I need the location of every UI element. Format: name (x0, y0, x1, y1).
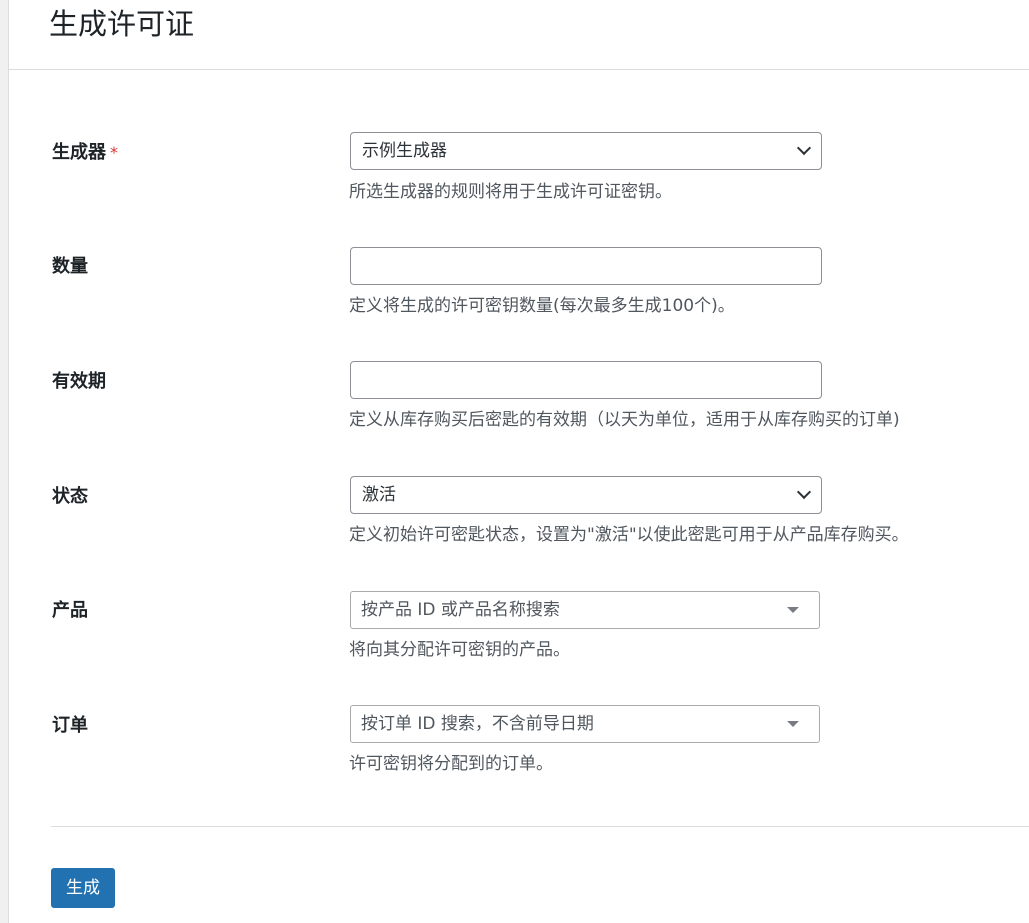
required-indicator: * (110, 143, 118, 162)
generate-button[interactable]: 生成 (51, 868, 115, 908)
order-label: 订单 (52, 715, 88, 736)
status-select[interactable]: 激活 (350, 476, 822, 514)
product-label: 产品 (52, 600, 88, 621)
quantity-label: 数量 (52, 256, 88, 277)
chevron-down-icon (796, 484, 812, 500)
main-panel: 生成许可证 生成器 * 示例生成器 所选生成器的规则将用于生成许可证密钥。 数量 … (8, 0, 1029, 923)
order-search-placeholder: 按订单 ID 搜索，不含前导日期 (361, 714, 594, 734)
status-select-value: 激活 (362, 485, 396, 505)
quantity-description: 定义将生成的许可密钥数量(每次最多生成100个)。 (349, 296, 735, 316)
validity-description: 定义从库存购买后密匙的有效期（以天为单位，适用于从库存购买的订单) (349, 410, 900, 430)
validity-input[interactable] (350, 361, 822, 399)
status-label: 状态 (52, 486, 88, 507)
generator-label: 生成器 * (52, 141, 118, 165)
generator-select[interactable]: 示例生成器 (350, 132, 822, 170)
order-search-select[interactable]: 按订单 ID 搜索，不含前导日期 (350, 705, 820, 743)
page-header: 生成许可证 (9, 0, 1029, 70)
form-divider (51, 826, 1029, 827)
chevron-down-icon (796, 140, 812, 156)
caret-down-icon (787, 721, 799, 727)
product-search-placeholder: 按产品 ID 或产品名称搜索 (361, 600, 560, 620)
generator-select-value: 示例生成器 (362, 141, 447, 161)
order-description: 许可密钥将分配到的订单。 (349, 754, 553, 774)
quantity-input[interactable] (350, 247, 822, 285)
generator-label-text: 生成器 (52, 142, 106, 163)
validity-label: 有效期 (52, 371, 106, 392)
product-search-select[interactable]: 按产品 ID 或产品名称搜索 (350, 591, 820, 629)
caret-down-icon (787, 607, 799, 613)
status-description: 定义初始许可密匙状态，设置为"激活"以使此密匙可用于从产品库存购买。 (349, 525, 909, 545)
product-description: 将向其分配许可密钥的产品。 (349, 640, 570, 660)
generator-description: 所选生成器的规则将用于生成许可证密钥。 (349, 182, 672, 202)
page-title: 生成许可证 (49, 7, 195, 41)
